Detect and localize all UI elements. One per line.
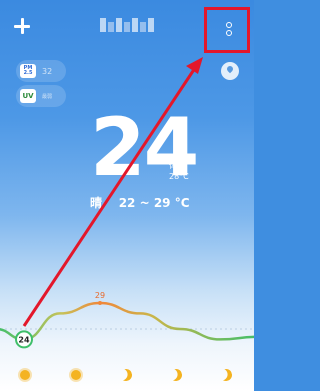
city-name-blurred <box>100 18 156 34</box>
pm25-value: 32 <box>42 66 53 76</box>
feels-like-value: 28°C <box>169 172 189 181</box>
sun-icon <box>67 366 85 384</box>
temperature-curve <box>0 301 254 341</box>
moon-icon <box>217 366 235 384</box>
uv-value: 最弱 <box>42 93 53 100</box>
current-label: 24 <box>18 335 30 344</box>
temperature-unit: °C <box>167 116 187 135</box>
peak-dot <box>98 301 102 305</box>
feels-like-label: 体感 <box>169 161 185 170</box>
hourly-icons-row <box>0 366 254 386</box>
moon-icon <box>117 366 135 384</box>
pm25-tag: PM 2.5 <box>20 64 36 78</box>
add-city-plus-icon[interactable] <box>12 16 32 36</box>
uv-pill[interactable]: UV 最弱 <box>16 85 66 107</box>
peak-label: 29 <box>95 291 105 300</box>
condition-and-range: 晴 22 ~ 29 °C <box>90 196 190 210</box>
location-pin-icon[interactable] <box>221 62 239 80</box>
hourly-temperature-chart: 29 24 <box>0 291 254 349</box>
feels-like: 体感 28°C <box>169 160 189 182</box>
annotation-highlight-box <box>204 7 250 53</box>
sun-icon <box>16 366 34 384</box>
moon-icon <box>167 366 185 384</box>
uv-tag: UV <box>20 89 36 103</box>
pm25-pill[interactable]: PM 2.5 32 <box>16 60 66 82</box>
